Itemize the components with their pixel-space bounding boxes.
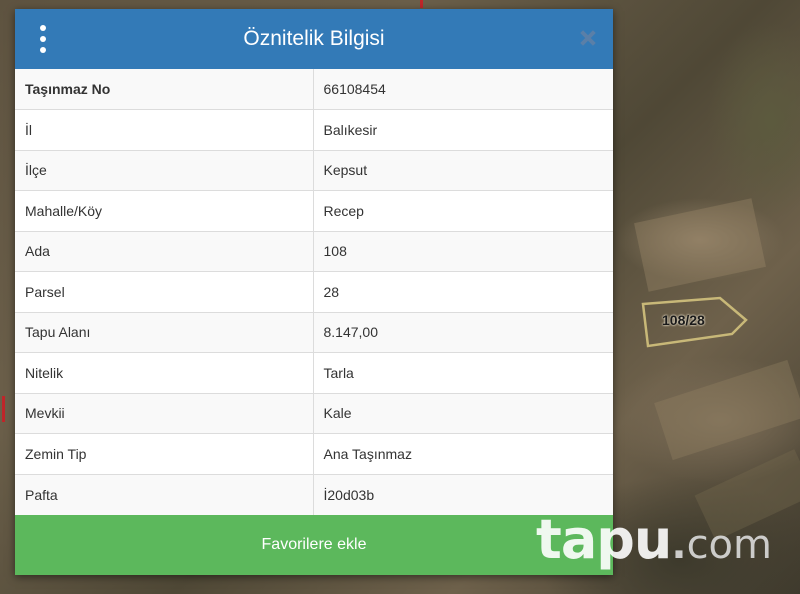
attribute-key: Pafta xyxy=(15,473,314,515)
logo-brand: tapu xyxy=(536,508,672,571)
logo-tld: com xyxy=(686,522,772,568)
table-row: Parsel 28 xyxy=(15,271,613,312)
table-row: Ada 108 xyxy=(15,230,613,272)
add-to-favorites-button[interactable]: Favorilere ekle xyxy=(15,515,613,575)
attribute-info-dialog: Öznitelik Bilgisi Taşınmaz No 66108454 İl B… xyxy=(15,9,613,575)
map-boundary-line xyxy=(2,396,5,422)
dialog-header: Öznitelik Bilgisi xyxy=(15,9,613,69)
table-row: Tapu Alanı 8.147,00 xyxy=(15,311,613,353)
attribute-value: 8.147,00 xyxy=(313,311,613,353)
logo-dot: . xyxy=(671,522,687,568)
attribute-value: Kepsut xyxy=(313,149,613,191)
map-boundary-line xyxy=(420,0,423,8)
table-row: Mahalle/Köy Recep xyxy=(15,190,613,231)
table-row: İl Balıkesir xyxy=(15,109,613,150)
attribute-key: Mevkii xyxy=(15,392,314,434)
tapu-com-logo: tapu.com xyxy=(536,508,772,571)
attribute-value: Kale xyxy=(313,392,613,434)
attribute-value: Recep xyxy=(313,190,613,231)
attribute-value: 108 xyxy=(313,230,613,272)
attribute-table: Taşınmaz No 66108454 İl Balıkesir İlçe Kepsut… xyxy=(15,69,613,515)
attribute-value: Ana Taşınmaz xyxy=(313,433,613,474)
attribute-key: Nitelik xyxy=(15,352,314,393)
attribute-key: Ada xyxy=(15,230,314,272)
table-row: Pafta İ20d03b xyxy=(15,473,613,515)
table-row: Nitelik Tarla xyxy=(15,352,613,393)
attribute-key: Zemin Tip xyxy=(15,433,314,474)
attribute-value: 28 xyxy=(313,271,613,312)
vertical-dots-icon[interactable] xyxy=(38,25,48,53)
table-row: Taşınmaz No 66108454 xyxy=(15,69,613,110)
table-row: İlçe Kepsut xyxy=(15,149,613,191)
attribute-value: Balıkesir xyxy=(313,109,613,150)
close-icon[interactable] xyxy=(577,27,599,49)
attribute-value: Tarla xyxy=(313,352,613,393)
attribute-key: İl xyxy=(15,109,314,150)
table-row: Zemin Tip Ana Taşınmaz xyxy=(15,433,613,474)
parcel-label: 108/28 xyxy=(662,312,705,328)
attribute-key: Tapu Alanı xyxy=(15,311,314,353)
table-row: Mevkii Kale xyxy=(15,392,613,434)
dialog-title: Öznitelik Bilgisi xyxy=(243,27,385,50)
attribute-key: İlçe xyxy=(15,149,314,191)
attribute-value: 66108454 xyxy=(313,69,613,110)
attribute-key: Mahalle/Köy xyxy=(15,190,314,231)
attribute-key: Parsel xyxy=(15,271,314,312)
attribute-key: Taşınmaz No xyxy=(15,69,314,110)
